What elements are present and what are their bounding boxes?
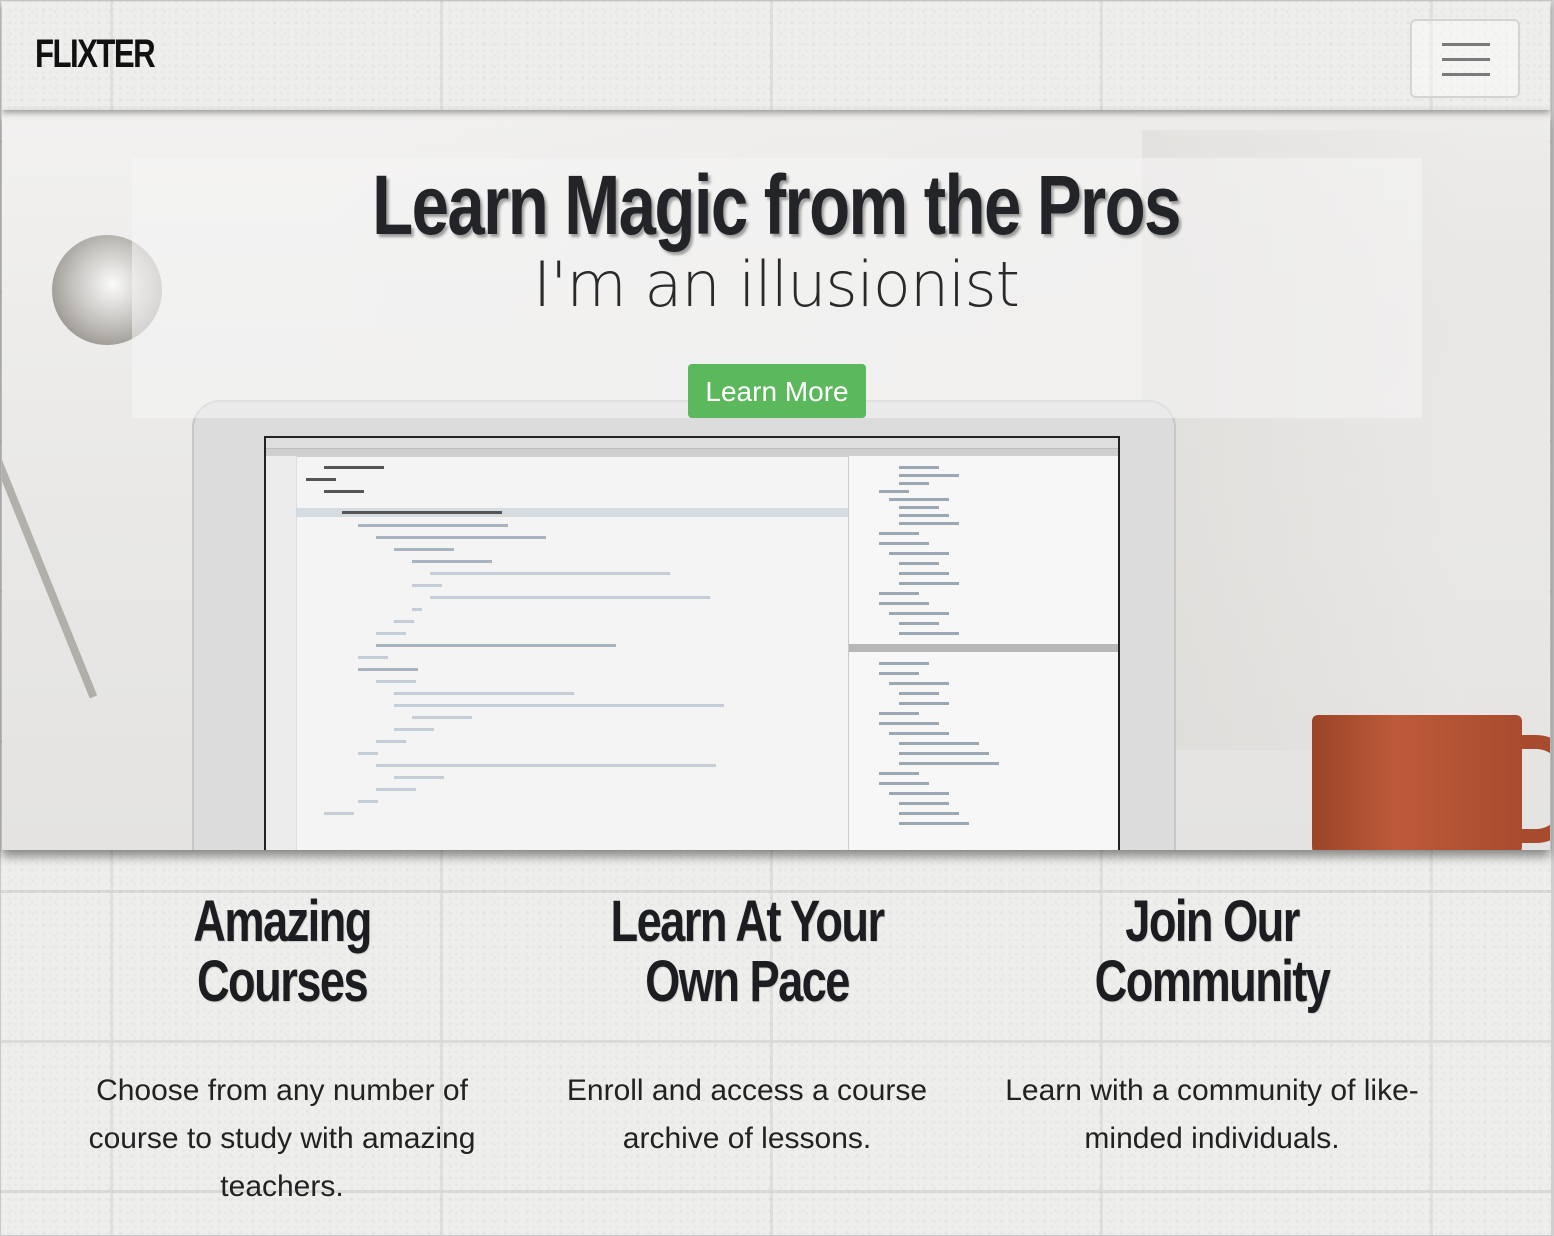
feature-amazing-courses: Amazing Courses Choose from any number o… [72, 892, 492, 1211]
hamburger-icon [1442, 43, 1490, 46]
feature-text: Choose from any number of course to stud… [88, 1074, 476, 1203]
hamburger-icon-line [1442, 58, 1490, 61]
feature-title: Join Our Community [1094, 889, 1331, 1014]
feature-text: Learn with a community of like-minded in… [1005, 1074, 1419, 1155]
project-tree-panel [848, 456, 1118, 850]
hero-title: Learn Magic from the Pros [372, 158, 1181, 252]
feature-text: Enroll and access a course archive of le… [566, 1074, 928, 1155]
brand-logo[interactable]: FLIXTER [35, 32, 156, 77]
feature-title: Learn At Your Own Pace [610, 889, 886, 1014]
learn-more-button[interactable]: Learn More [688, 364, 866, 418]
feature-community: Join Our Community Learn with a communit… [1002, 892, 1422, 1163]
hero-section: Learn Magic from the Pros I'm an illusio… [2, 110, 1550, 850]
hero-subtitle: I'm an illusionist [533, 248, 1020, 321]
features-section: Amazing Courses Choose from any number o… [2, 850, 1550, 1236]
feature-title: Amazing Courses [193, 889, 372, 1014]
laptop-screen-image [264, 436, 1120, 850]
hamburger-icon-line [1442, 73, 1490, 76]
coffee-mug-image [1312, 715, 1522, 850]
navbar: FLIXTER [2, 2, 1550, 110]
lamp-arm [2, 361, 98, 699]
menu-toggle-button[interactable] [1410, 19, 1520, 98]
feature-own-pace: Learn At Your Own Pace Enroll and access… [537, 892, 957, 1163]
